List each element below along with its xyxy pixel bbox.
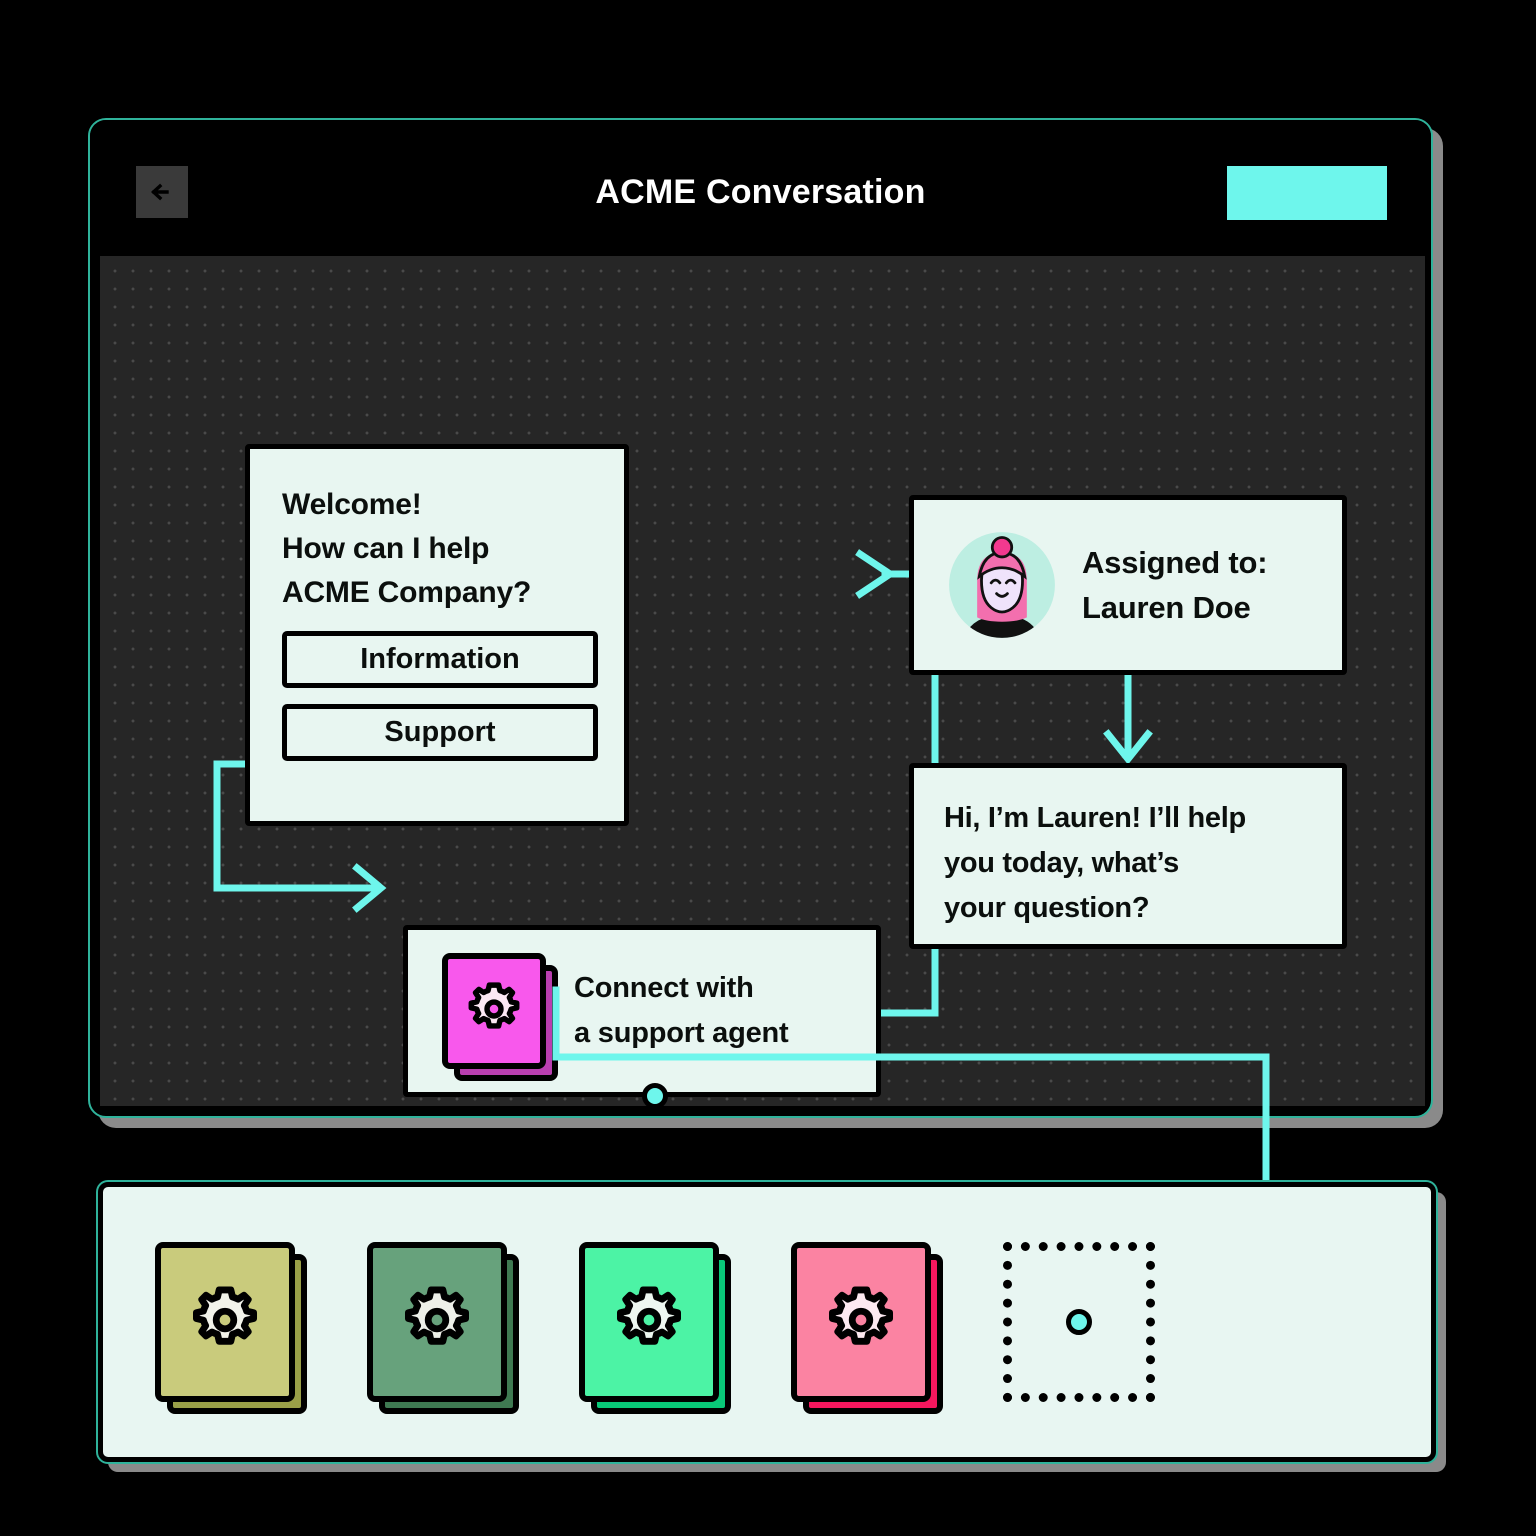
gear-tile-pink[interactable] — [791, 1242, 943, 1414]
gear-tile-khaki[interactable] — [155, 1242, 307, 1414]
conversation-window: ACME Conversation Welcome! How can I hel… — [88, 118, 1433, 1118]
dropzone-port[interactable] — [1066, 1309, 1092, 1335]
gear-tile-icon — [442, 953, 558, 1081]
gear-icon — [463, 978, 525, 1045]
tile-front-layer — [442, 953, 546, 1069]
tile-front-layer — [367, 1242, 507, 1402]
connect-card-output-port[interactable] — [642, 1083, 668, 1106]
tile-front-layer — [155, 1242, 295, 1402]
tile-front-layer — [579, 1242, 719, 1402]
welcome-line-2: How can I help — [282, 532, 490, 565]
screen-root: ACME Conversation Welcome! How can I hel… — [0, 0, 1536, 1536]
agent-avatar-icon — [948, 531, 1056, 639]
tile-front-layer — [791, 1242, 931, 1402]
tile-palette-panel — [98, 1182, 1436, 1462]
wire-arrow-assigned — [855, 549, 897, 599]
connect-line-2: a support agent — [574, 1017, 789, 1049]
assigned-line-2: Lauren Doe — [1082, 590, 1251, 625]
reply-line-3: your question? — [944, 892, 1150, 924]
connect-line-1: Connect with — [574, 972, 754, 1004]
flow-canvas[interactable]: Welcome! How can I help ACME Company? In… — [100, 256, 1425, 1106]
assigned-agent-card: Assigned to: Lauren Doe — [909, 495, 1347, 675]
gear-icon — [610, 1281, 688, 1364]
window-titlebar: ACME Conversation — [90, 120, 1431, 256]
assigned-card-text: Assigned to: Lauren Doe — [1082, 540, 1268, 630]
gear-icon — [822, 1281, 900, 1364]
primary-action-button[interactable] — [1227, 166, 1387, 220]
reply-line-1: Hi, I’m Lauren! I’ll help — [944, 802, 1246, 834]
connect-agent-card[interactable]: Connect with a support agent — [403, 925, 881, 1097]
gear-tile-sage[interactable] — [367, 1242, 519, 1414]
welcome-line-3: ACME Company? — [282, 576, 532, 609]
gear-tile-spring[interactable] — [579, 1242, 731, 1414]
welcome-card: Welcome! How can I help ACME Company? In… — [245, 444, 629, 826]
choice-button-information[interactable]: Information — [282, 631, 598, 688]
connect-card-text: Connect with a support agent — [574, 966, 789, 1056]
gear-icon — [398, 1281, 476, 1364]
gear-icon — [186, 1281, 264, 1364]
agent-reply-card: Hi, I’m Lauren! I’ll help you today, wha… — [909, 763, 1347, 949]
tile-dropzone[interactable] — [1003, 1242, 1155, 1402]
reply-line-2: you today, what’s — [944, 847, 1179, 879]
choice-button-support[interactable]: Support — [282, 704, 598, 761]
welcome-line-1: Welcome! — [282, 488, 422, 521]
assigned-line-1: Assigned to: — [1082, 545, 1268, 580]
